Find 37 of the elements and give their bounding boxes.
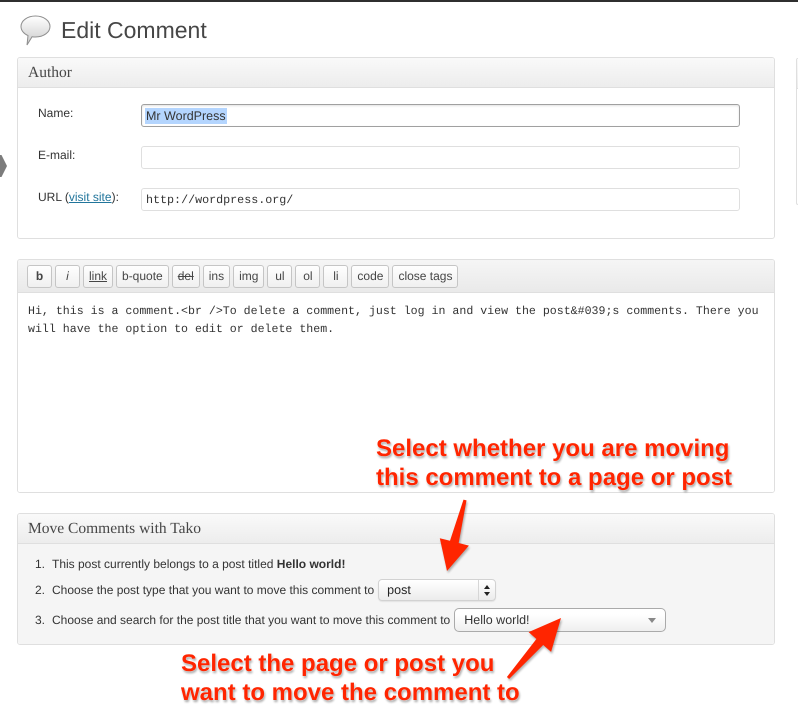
searchable-dropdown[interactable]: Hello world! xyxy=(454,608,666,632)
visit-site-link[interactable]: visit site xyxy=(68,190,112,204)
toolbar-button[interactable]: ul xyxy=(267,265,292,288)
field-label: E-mail: xyxy=(38,147,76,163)
annotation-text: Select whether you are moving this comment to a page or post xyxy=(376,434,732,492)
toolbar-button[interactable]: close tags xyxy=(392,265,458,288)
dropdown-select[interactable]: post xyxy=(378,579,496,601)
field-label: Name: xyxy=(38,105,74,121)
toolbar-button[interactable]: ol xyxy=(295,265,320,288)
callout-arrow xyxy=(439,499,469,571)
step-text: Choose and search for the post title that you want to move this comment to xyxy=(52,612,450,628)
step-text: This post currently belongs to a post titled Hello world! xyxy=(52,557,346,572)
step-number: 3. xyxy=(35,612,46,628)
toolbar-button[interactable]: i xyxy=(55,265,80,288)
speech-bubble-icon xyxy=(20,14,51,46)
field-label: URL (visit site): xyxy=(38,189,120,205)
panel-header: Move Comments with Tako xyxy=(18,514,774,544)
caret-down-icon xyxy=(648,618,656,622)
page-title: Edit Comment xyxy=(61,16,207,45)
panel-header: Author xyxy=(18,58,774,88)
annotation-text: Select the page or post you want to move the comment to xyxy=(181,649,520,707)
right-arrow-icon xyxy=(0,155,7,177)
toolbar-button[interactable]: img xyxy=(233,265,264,288)
step-number: 1. xyxy=(35,557,46,572)
text-field[interactable] xyxy=(141,146,740,169)
toolbar-button[interactable]: del xyxy=(172,265,200,288)
toolbar-button[interactable]: li xyxy=(323,265,348,288)
toolbar-button[interactable]: code xyxy=(351,265,390,288)
toolbar-button[interactable]: b-quote xyxy=(116,265,169,288)
step-number: 2. xyxy=(35,582,46,598)
url-field[interactable]: http://wordpress.org/ xyxy=(141,188,740,211)
toolbar-button[interactable]: ins xyxy=(202,265,230,288)
step-text: Choose the post type that you want to move this comment to xyxy=(52,582,374,598)
toolbar-button[interactable]: link xyxy=(83,265,114,288)
toolbar-button[interactable]: b xyxy=(27,265,52,288)
text-field[interactable]: Mr WordPress xyxy=(141,104,740,127)
updown-arrows-icon xyxy=(484,584,490,596)
